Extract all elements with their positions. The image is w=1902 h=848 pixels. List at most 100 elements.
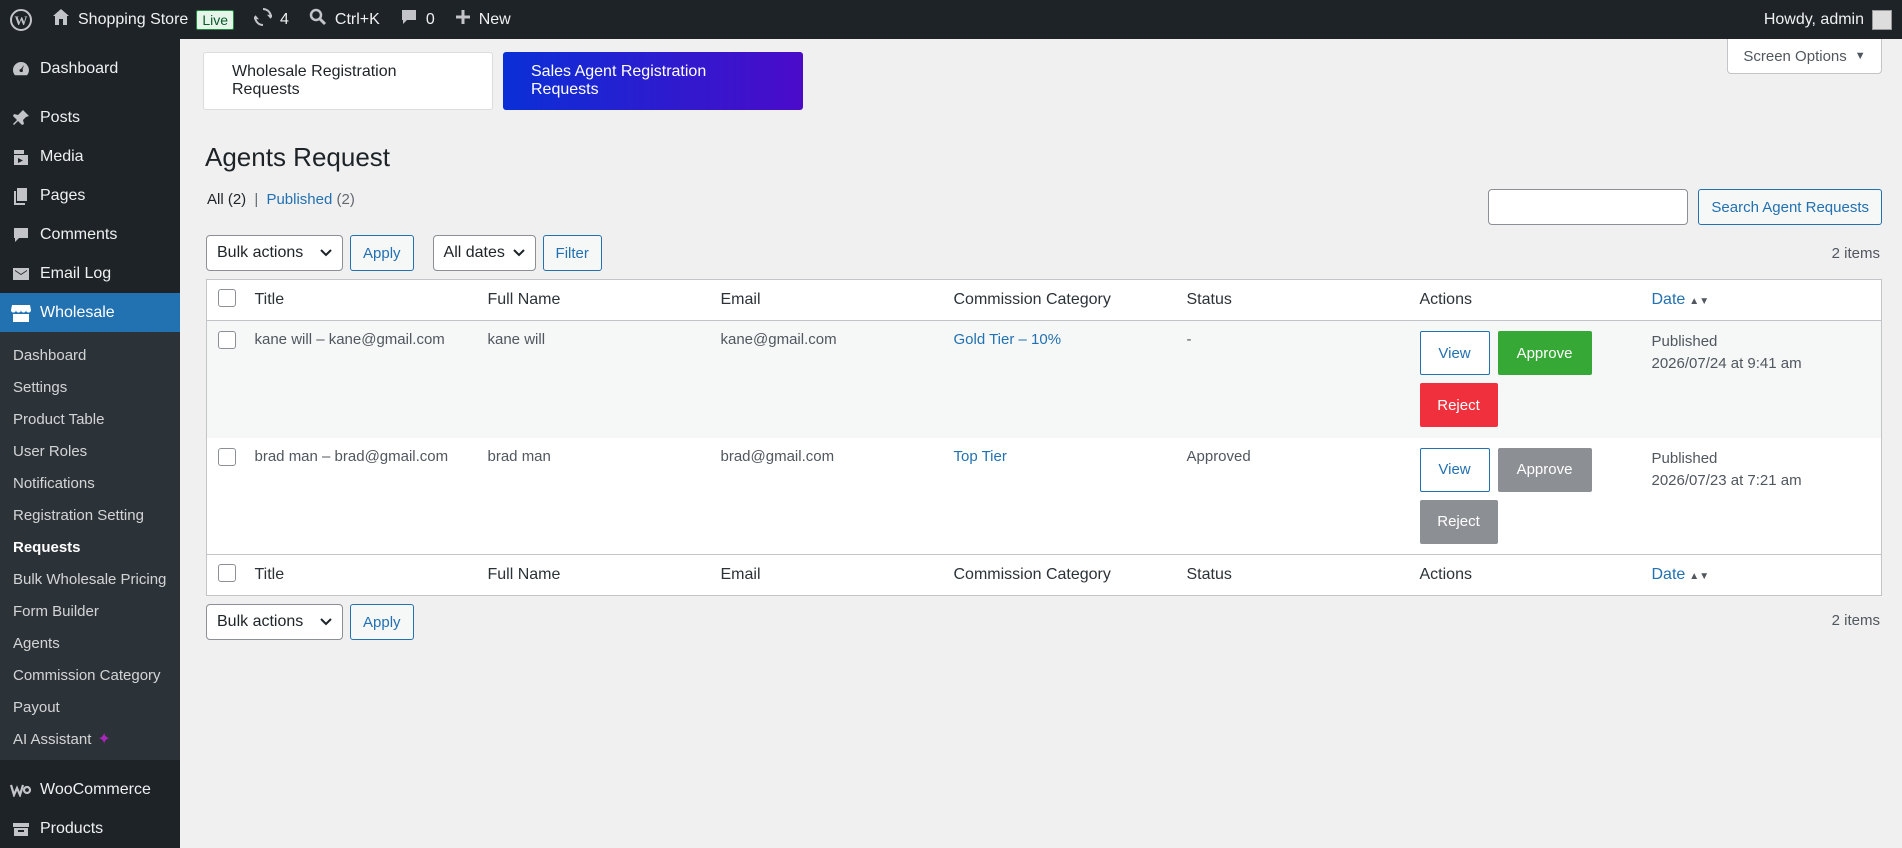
view-published-link[interactable]: Published (2) — [266, 191, 354, 208]
select-all-checkbox[interactable] — [218, 288, 236, 307]
view-button[interactable]: View — [1419, 331, 1490, 375]
howdy-text: Howdy, admin — [1763, 10, 1864, 28]
table-row: brad man – brad@gmail.com brad man brad@… — [207, 438, 1882, 555]
apply-button[interactable]: Apply — [350, 235, 414, 271]
view-all-label: All — [207, 191, 224, 208]
category-link[interactable]: Top Tier — [954, 448, 1007, 465]
menu-label: Email Log — [40, 264, 112, 282]
approve-button[interactable]: Approve — [1497, 331, 1592, 375]
submenu-notifications[interactable]: Notifications — [0, 468, 180, 500]
dates-select[interactable]: All dates — [432, 235, 536, 271]
col-email-footer: Email — [720, 566, 761, 583]
search-input[interactable] — [1488, 189, 1689, 225]
cell-actions: View Approve Reject — [1411, 320, 1644, 438]
bulk-actions-select-bottom[interactable]: Bulk actions — [206, 604, 343, 640]
cell-full-name: kane will — [479, 320, 713, 438]
site-name-link[interactable]: Shopping Store Live — [42, 0, 244, 39]
col-actions-footer: Actions — [1419, 566, 1472, 583]
cell-title: brad man – brad@gmail.com — [254, 447, 449, 465]
view-button[interactable]: View — [1419, 447, 1490, 492]
avatar — [1872, 9, 1892, 30]
approve-button-disabled[interactable]: Approve — [1497, 447, 1592, 492]
col-email: Email — [720, 291, 761, 308]
row-checkbox-cell — [207, 438, 247, 555]
submenu-form-builder[interactable]: Form Builder — [0, 596, 180, 628]
home-icon — [52, 8, 70, 31]
submenu-requests[interactable]: Requests — [0, 532, 180, 564]
menu-media[interactable]: Media — [0, 137, 180, 176]
col-status-footer: Status — [1186, 566, 1232, 583]
tab-sales-agent-requests[interactable]: Sales Agent Registration Requests — [503, 52, 803, 110]
items-count-top: 2 items — [1831, 245, 1880, 262]
date-sort-link-footer[interactable]: Date — [1652, 566, 1686, 583]
apply-button-bottom[interactable]: Apply — [350, 604, 414, 640]
cell-status: Approved — [1186, 447, 1251, 465]
menu-label: Posts — [40, 108, 81, 126]
category-link[interactable]: Gold Tier – 10% — [954, 331, 1062, 348]
date-value: 2026/07/23 at 7:21 am — [1651, 471, 1802, 489]
my-account[interactable]: Howdy, admin — [1764, 0, 1902, 39]
search-agent-requests-button[interactable]: Search Agent Requests — [1698, 189, 1882, 225]
col-date[interactable]: Date ▲▼ — [1644, 280, 1882, 321]
menu-email-log[interactable]: Email Log — [0, 254, 180, 293]
media-icon — [10, 146, 32, 168]
updates-link[interactable]: 4 — [244, 0, 299, 39]
menu-label: Pages — [40, 186, 86, 204]
submenu-ai-assistant[interactable]: AI Assistant ✦ — [0, 724, 180, 756]
cell-category: Top Tier — [946, 438, 1179, 555]
cell-status: - — [1178, 320, 1412, 438]
search-box: Search Agent Requests — [1488, 189, 1882, 225]
submenu-dashboard[interactable]: Dashboard — [0, 340, 180, 372]
submenu-user-roles[interactable]: User Roles — [0, 436, 180, 468]
tab-wholesale-requests[interactable]: Wholesale Registration Requests — [203, 52, 493, 110]
col-title-footer: Title — [254, 566, 285, 583]
products-icon — [10, 818, 32, 840]
date-sort-link[interactable]: Date — [1652, 291, 1686, 308]
row-checkbox[interactable] — [218, 331, 236, 349]
sparkle-icon: ✦ — [97, 731, 111, 748]
menu-woocommerce[interactable]: WooCommerce — [0, 770, 180, 809]
menu-products[interactable]: Products — [0, 809, 180, 848]
bulk-actions-select[interactable]: Bulk actions — [206, 235, 343, 271]
new-content-link[interactable]: New — [445, 0, 521, 39]
reject-button[interactable]: Reject — [1419, 383, 1498, 427]
submenu-bulk-wholesale-pricing[interactable]: Bulk Wholesale Pricing — [0, 564, 180, 596]
wordpress-logo-icon[interactable]: W — [0, 0, 42, 39]
menu-dashboard[interactable]: Dashboard — [0, 49, 180, 88]
updates-count: 4 — [280, 10, 289, 28]
menu-posts[interactable]: Posts — [0, 98, 180, 137]
submenu-payout[interactable]: Payout — [0, 692, 180, 724]
agent-requests-table: Title Full Name Email Commission Categor… — [206, 279, 1882, 596]
site-name: Shopping Store — [78, 10, 189, 28]
view-all-count: (2) — [227, 191, 247, 208]
view-all-link[interactable]: All (2) — [207, 191, 246, 208]
col-actions: Actions — [1419, 291, 1472, 308]
main-content: Wholesale Registration Requests Sales Ag… — [180, 39, 1902, 848]
select-all-checkbox-footer[interactable] — [218, 563, 236, 582]
submenu-label: AI Assistant — [13, 731, 92, 748]
menu-wholesale[interactable]: Wholesale — [0, 293, 180, 332]
row-checkbox[interactable] — [218, 447, 236, 466]
view-published-label: Published — [266, 191, 333, 208]
cell-full-name: brad man — [487, 447, 551, 465]
menu-comments[interactable]: Comments — [0, 215, 180, 254]
col-date-footer[interactable]: Date ▲▼ — [1644, 555, 1882, 596]
submenu-product-table[interactable]: Product Table — [0, 404, 180, 436]
comments-link[interactable]: 0 — [390, 0, 445, 39]
sort-arrows-icon: ▲▼ — [1689, 571, 1710, 582]
menu-label: Media — [40, 147, 84, 165]
submenu-agents[interactable]: Agents — [0, 628, 180, 660]
cell-actions: View Approve Reject — [1412, 438, 1644, 555]
menu-pages[interactable]: Pages — [0, 176, 180, 215]
reject-button-disabled[interactable]: Reject — [1419, 499, 1498, 544]
command-search[interactable]: Ctrl+K — [299, 0, 390, 39]
submenu-settings[interactable]: Settings — [0, 372, 180, 404]
svg-text:W: W — [15, 13, 28, 28]
live-badge: Live — [196, 9, 234, 30]
filter-button[interactable]: Filter — [542, 235, 602, 271]
row-checkbox-cell — [206, 320, 247, 438]
menu-label: WooCommerce — [40, 780, 151, 798]
screen-options-button[interactable]: Screen Options ▼ — [1727, 39, 1882, 74]
submenu-registration-setting[interactable]: Registration Setting — [0, 500, 180, 532]
submenu-commission-category[interactable]: Commission Category — [0, 660, 180, 692]
